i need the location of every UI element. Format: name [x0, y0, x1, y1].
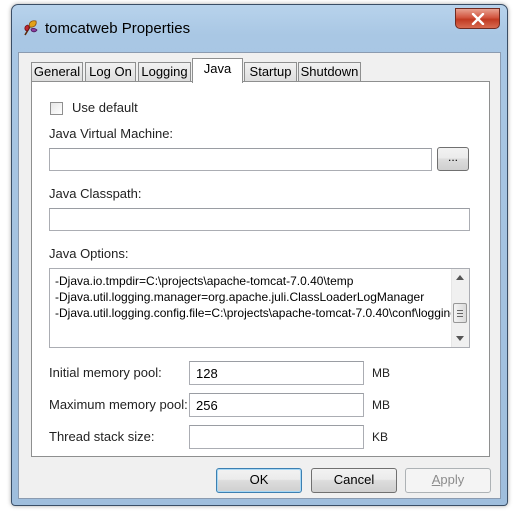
- java-option-line: -Djava.io.tmpdir=C:\projects\apache-tomc…: [55, 274, 354, 288]
- tab-log-on[interactable]: Log On: [85, 62, 136, 82]
- cancel-button[interactable]: Cancel: [311, 468, 397, 493]
- thread-stack-unit: KB: [372, 430, 389, 444]
- java-options-lines: -Djava.io.tmpdir=C:\projects\apache-tomc…: [55, 273, 451, 321]
- tab-startup[interactable]: Startup: [244, 62, 297, 82]
- thread-stack-label: Thread stack size:: [49, 429, 155, 444]
- tab-label: General: [33, 64, 81, 79]
- apply-label-rest: pply: [440, 472, 465, 487]
- close-icon: [471, 13, 485, 25]
- thread-stack-input[interactable]: [189, 425, 364, 449]
- classpath-input[interactable]: [49, 208, 470, 231]
- scroll-down-arrow-icon[interactable]: [456, 336, 464, 341]
- initial-memory-input[interactable]: 128: [189, 361, 364, 385]
- java-option-line: -Djava.util.logging.config.file=C:\proje…: [55, 306, 451, 320]
- maximum-memory-input[interactable]: 256: [189, 393, 364, 417]
- window-title: tomcatweb Properties: [45, 20, 191, 37]
- tab-label: Logging: [141, 64, 188, 79]
- tomcat-feather-icon: [22, 19, 40, 37]
- tab-logging[interactable]: Logging: [138, 62, 191, 82]
- tab-java[interactable]: Java: [192, 58, 243, 83]
- use-default-checkbox[interactable]: [50, 102, 63, 115]
- java-options-scrollbar[interactable]: [451, 269, 469, 347]
- tab-label: Java: [203, 61, 232, 76]
- properties-window: tomcatweb Properties General Log On Logg…: [11, 4, 508, 506]
- dialog-client-area: General Log On Logging Java Startup Shut…: [18, 52, 501, 499]
- initial-memory-unit: MB: [372, 366, 390, 380]
- jvm-label: Java Virtual Machine:: [49, 126, 174, 141]
- scroll-up-arrow-icon[interactable]: [456, 275, 464, 280]
- apply-button[interactable]: Apply: [405, 468, 491, 493]
- maximum-memory-unit: MB: [372, 398, 390, 412]
- tab-label: Log On: [89, 64, 132, 79]
- tab-label: Shutdown: [300, 64, 359, 79]
- jvm-browse-button[interactable]: ...: [437, 147, 469, 171]
- ok-button[interactable]: OK: [216, 468, 302, 493]
- initial-memory-label: Initial memory pool:: [49, 365, 162, 380]
- grip-line: [457, 313, 463, 314]
- title-bar[interactable]: tomcatweb Properties: [12, 5, 507, 49]
- java-options-textarea[interactable]: -Djava.io.tmpdir=C:\projects\apache-tomc…: [49, 268, 470, 348]
- use-default-label[interactable]: Use default: [72, 100, 138, 115]
- tab-shutdown[interactable]: Shutdown: [298, 62, 361, 82]
- scroll-thumb[interactable]: [453, 303, 467, 323]
- jvm-input[interactable]: [49, 148, 432, 171]
- tab-label: Startup: [249, 64, 292, 79]
- grip-line: [457, 310, 463, 311]
- grip-line: [457, 316, 463, 317]
- tab-general[interactable]: General: [31, 62, 83, 82]
- classpath-label: Java Classpath:: [49, 186, 142, 201]
- java-option-line: -Djava.util.logging.manager=org.apache.j…: [55, 290, 425, 304]
- maximum-memory-label: Maximum memory pool:: [49, 397, 188, 412]
- java-tab-panel: Use default Java Virtual Machine: ... Ja…: [31, 81, 490, 457]
- java-options-label: Java Options:: [49, 246, 129, 261]
- close-button[interactable]: [455, 8, 500, 29]
